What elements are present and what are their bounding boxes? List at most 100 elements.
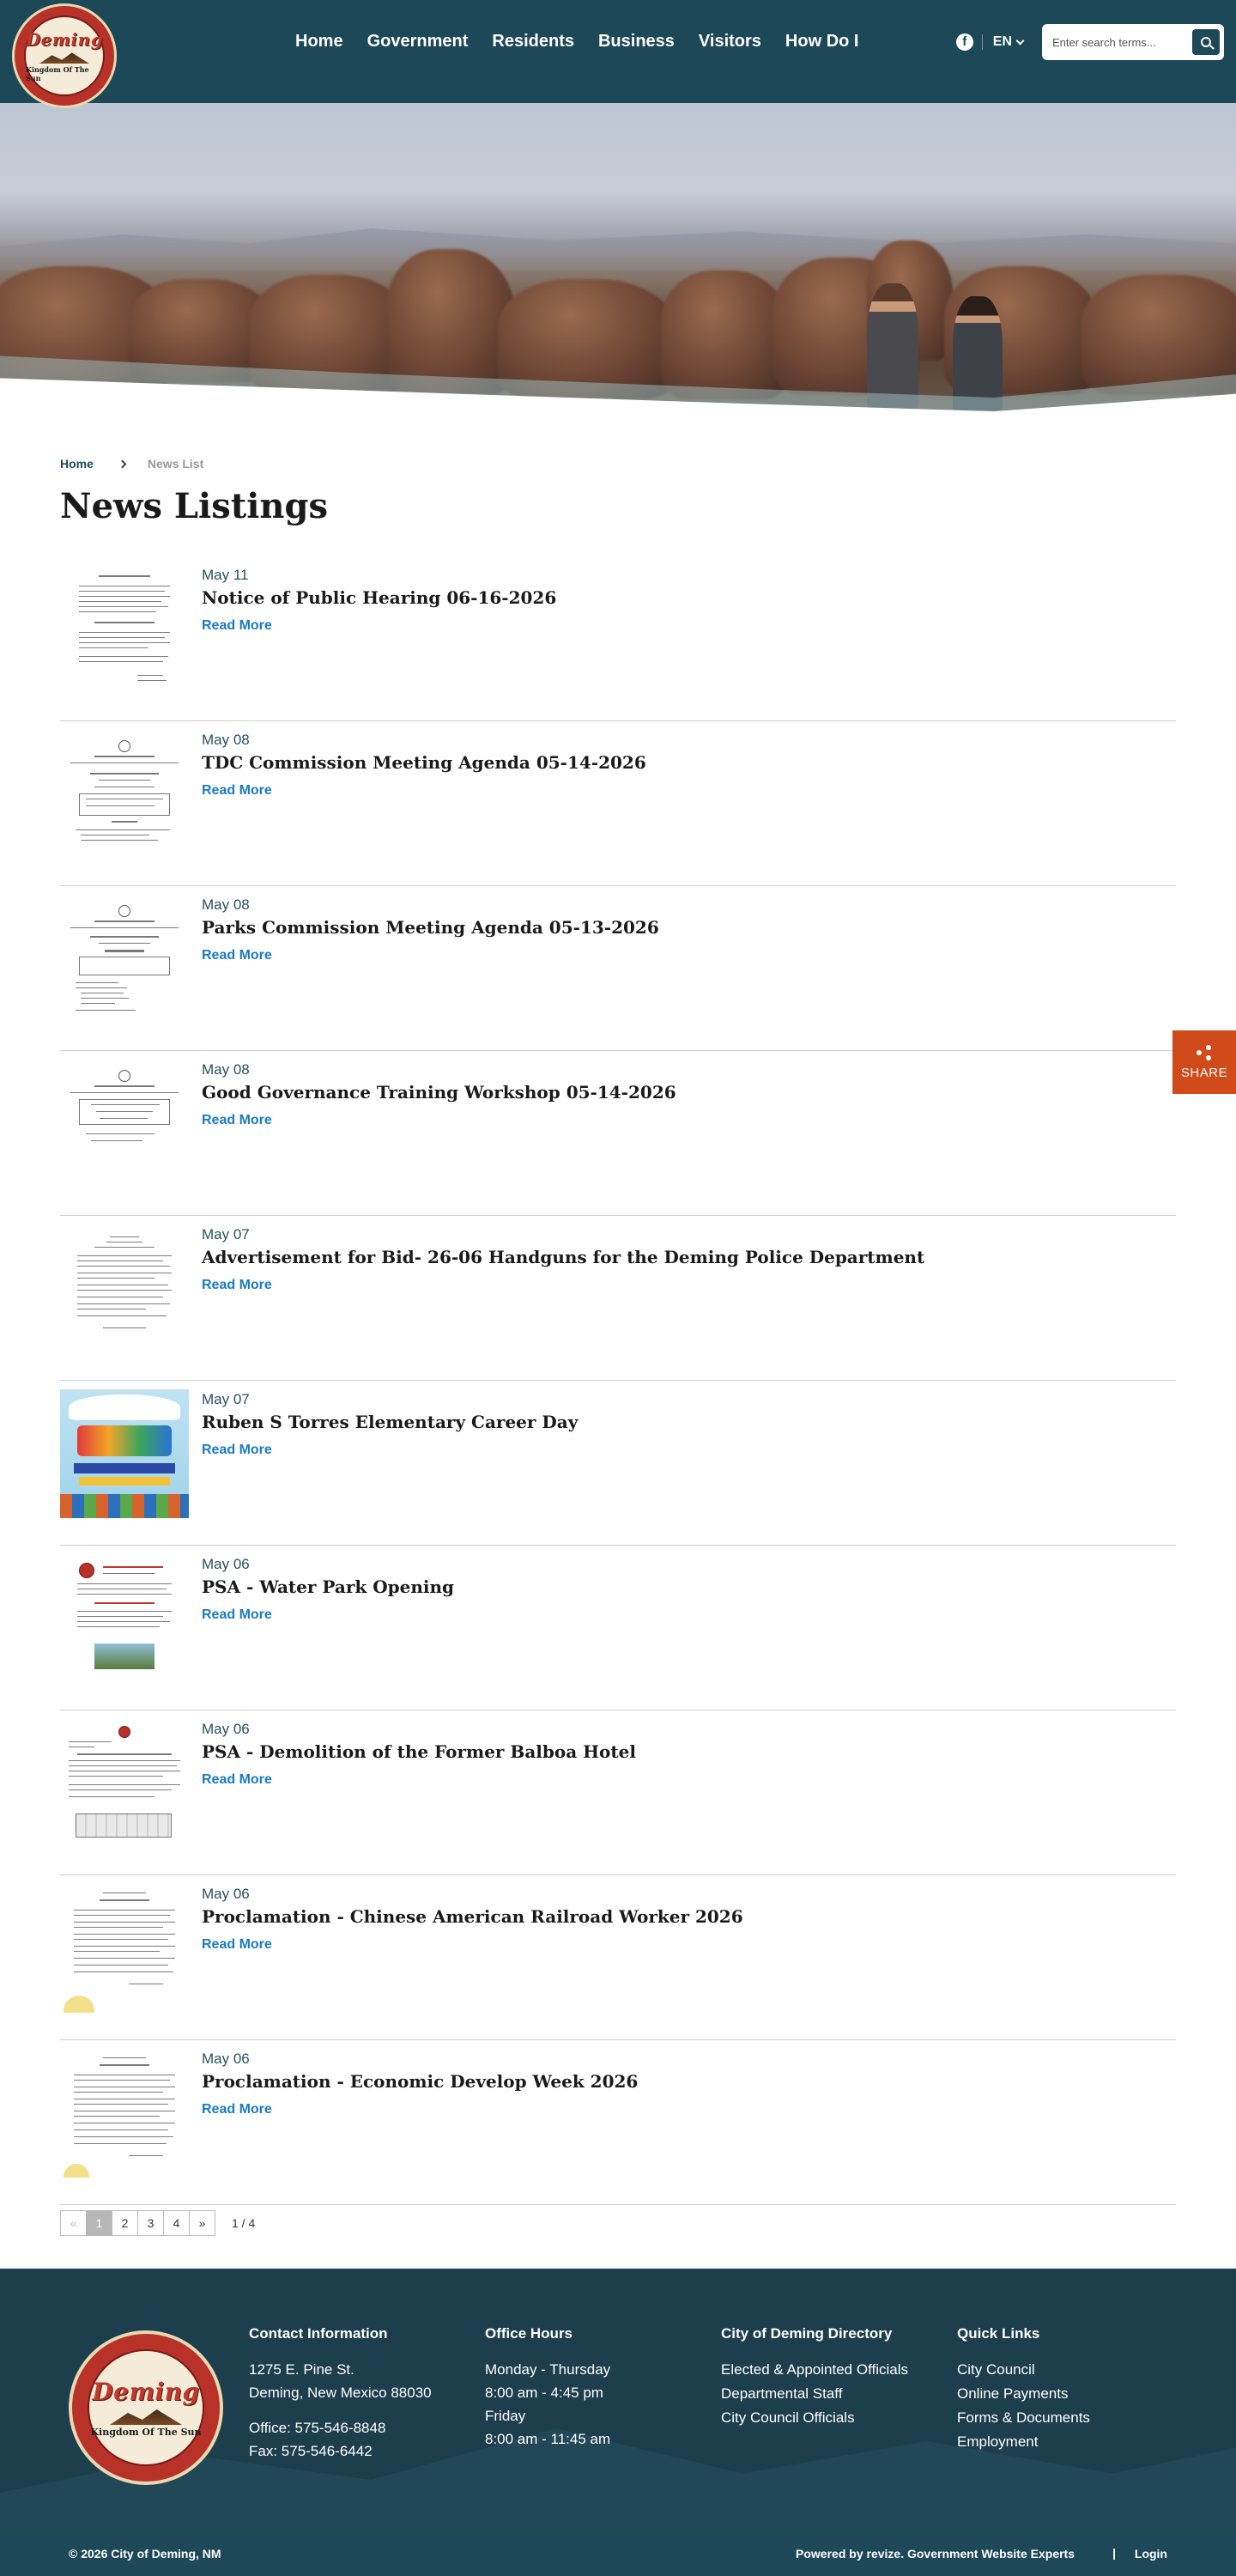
nav-business[interactable]: Business xyxy=(586,29,687,53)
hero-rock xyxy=(661,270,790,399)
read-more-link[interactable]: Read More xyxy=(202,1772,272,1788)
logo-badge: Deming Kingdom Of The Sun xyxy=(12,3,117,108)
footer-link[interactable]: Departmental Staff xyxy=(721,2382,908,2406)
share-button[interactable]: SHARE xyxy=(1172,1030,1236,1094)
footer-phone[interactable]: Office: 575-546-8848 xyxy=(249,2416,432,2439)
nav-visitors[interactable]: Visitors xyxy=(687,29,773,53)
breadcrumb: Home News List xyxy=(60,457,203,471)
footer-link[interactable]: Online Payments xyxy=(957,2382,1090,2406)
read-more-link[interactable]: Read More xyxy=(202,783,272,799)
footer-directory: City of Deming Directory Elected & Appoi… xyxy=(721,2325,908,2430)
news-title[interactable]: PSA - Demolition of the Former Balboa Ho… xyxy=(202,1741,636,1762)
news-item: May 11 Notice of Public Hearing 06-16-20… xyxy=(60,556,1176,721)
header-utilities: f EN xyxy=(955,24,1224,60)
news-thumbnail[interactable] xyxy=(60,1224,189,1353)
language-selector[interactable]: EN xyxy=(981,34,1025,50)
news-title[interactable]: Proclamation - Economic Develop Week 202… xyxy=(202,2071,638,2092)
news-date: May 08 xyxy=(202,1061,250,1078)
nav-how-do-i[interactable]: How Do I xyxy=(773,29,871,53)
news-date: May 06 xyxy=(202,1721,250,1737)
news-title[interactable]: Parks Commission Meeting Agenda 05-13-20… xyxy=(202,917,659,938)
news-item: May 07 Advertisement for Bid- 26-06 Hand… xyxy=(60,1216,1176,1381)
news-thumbnail[interactable] xyxy=(60,1554,189,1683)
search-input[interactable] xyxy=(1042,24,1179,60)
news-title[interactable]: PSA - Water Park Opening xyxy=(202,1577,454,1597)
news-title[interactable]: Notice of Public Hearing 06-16-2026 xyxy=(202,587,556,608)
news-thumbnail[interactable] xyxy=(60,1884,189,2013)
news-thumbnail[interactable] xyxy=(60,730,189,859)
read-more-link[interactable]: Read More xyxy=(202,948,272,963)
nav-residents[interactable]: Residents xyxy=(480,29,586,53)
logo-inner: Deming Kingdom Of The Sun xyxy=(88,2349,204,2466)
search-icon xyxy=(1201,37,1211,47)
footer-quick-links: Quick Links City Council Online Payments… xyxy=(957,2325,1090,2454)
read-more-link[interactable]: Read More xyxy=(202,618,272,634)
news-date: May 08 xyxy=(202,732,250,748)
news-thumbnail[interactable] xyxy=(60,565,189,694)
share-label: SHARE xyxy=(1180,1065,1228,1080)
pagination: « 1 2 3 4 » 1 / 4 xyxy=(60,2210,255,2236)
read-more-link[interactable]: Read More xyxy=(202,1278,272,1293)
chevron-down-icon xyxy=(1015,36,1025,45)
news-title[interactable]: TDC Commission Meeting Agenda 05-14-2026 xyxy=(202,752,646,773)
news-date: May 07 xyxy=(202,1226,250,1242)
footer-hours-line: 8:00 am - 11:45 am xyxy=(485,2431,611,2447)
breadcrumb-home[interactable]: Home xyxy=(60,457,94,471)
logo-word: Deming xyxy=(92,2378,200,2406)
footer-link[interactable]: City Council xyxy=(957,2358,1090,2382)
read-more-link[interactable]: Read More xyxy=(202,1443,272,1458)
hero-person xyxy=(867,283,918,412)
pagination-count: 1 / 4 xyxy=(232,2216,256,2230)
bar-separator: | xyxy=(1112,2546,1116,2560)
news-title[interactable]: Good Governance Training Workshop 05-14-… xyxy=(202,1082,676,1103)
read-more-link[interactable]: Read More xyxy=(202,1113,272,1128)
language-label: EN xyxy=(992,34,1012,49)
logo-word: Deming xyxy=(25,29,104,50)
footer-link[interactable]: Elected & Appointed Officials xyxy=(721,2358,908,2382)
news-thumbnail[interactable] xyxy=(60,895,189,1024)
footer-link[interactable]: City Council Officials xyxy=(721,2406,908,2430)
footer-address-line: Deming, New Mexico 88030 xyxy=(249,2385,432,2401)
powered-by-link[interactable]: Powered by revize. Government Website Ex… xyxy=(796,2547,1075,2561)
footer-contact: Contact Information 1275 E. Pine St. Dem… xyxy=(249,2325,432,2463)
read-more-link[interactable]: Read More xyxy=(202,2102,272,2117)
news-date: May 06 xyxy=(202,1556,250,1572)
page-title: News Listings xyxy=(60,486,328,526)
news-date: May 07 xyxy=(202,1391,250,1407)
search-button[interactable] xyxy=(1192,29,1220,55)
pagination-page[interactable]: 2 xyxy=(112,2210,138,2236)
nav-government[interactable]: Government xyxy=(355,29,481,53)
news-item: May 07 Ruben S Torres Elementary Career … xyxy=(60,1381,1176,1546)
search-box xyxy=(1042,24,1224,60)
read-more-link[interactable]: Read More xyxy=(202,1937,272,1953)
pagination-prev[interactable]: « xyxy=(60,2210,87,2236)
footer-link[interactable]: Forms & Documents xyxy=(957,2406,1090,2430)
footer-heading: Office Hours xyxy=(485,2325,573,2342)
footer-hours-line: Monday - Thursday xyxy=(485,2361,611,2378)
news-title[interactable]: Proclamation - Chinese American Railroad… xyxy=(202,1906,743,1927)
news-thumbnail[interactable] xyxy=(60,1060,189,1188)
news-thumbnail[interactable] xyxy=(60,1719,189,1848)
nav-home[interactable]: Home xyxy=(283,29,355,53)
news-title[interactable]: Advertisement for Bid- 26-06 Handguns fo… xyxy=(202,1247,924,1267)
pagination-page[interactable]: 1 xyxy=(86,2210,112,2236)
login-link[interactable]: Login xyxy=(1135,2547,1167,2561)
news-thumbnail[interactable] xyxy=(60,2049,189,2178)
footer-logo[interactable]: Deming Kingdom Of The Sun xyxy=(69,2330,223,2485)
footer-heading: Contact Information xyxy=(249,2325,388,2342)
pagination-page[interactable]: 3 xyxy=(137,2210,164,2236)
city-logo[interactable]: Deming Kingdom Of The Sun xyxy=(12,3,117,108)
career-day-flyer xyxy=(60,1389,189,1518)
news-date: May 11 xyxy=(202,567,249,583)
news-title[interactable]: Ruben S Torres Elementary Career Day xyxy=(202,1412,578,1432)
news-thumbnail[interactable] xyxy=(60,1389,189,1518)
news-item: May 06 Proclamation - Chinese American R… xyxy=(60,1875,1176,2040)
footer-link[interactable]: Employment xyxy=(957,2430,1090,2454)
read-more-link[interactable]: Read More xyxy=(202,1607,272,1623)
news-date: May 08 xyxy=(202,896,250,913)
footer-hours-line: 8:00 am - 4:45 pm xyxy=(485,2385,603,2401)
pagination-next[interactable]: » xyxy=(189,2210,215,2236)
facebook-icon[interactable]: f xyxy=(955,33,973,51)
footer-heading: Quick Links xyxy=(957,2325,1040,2342)
pagination-page[interactable]: 4 xyxy=(163,2210,190,2236)
